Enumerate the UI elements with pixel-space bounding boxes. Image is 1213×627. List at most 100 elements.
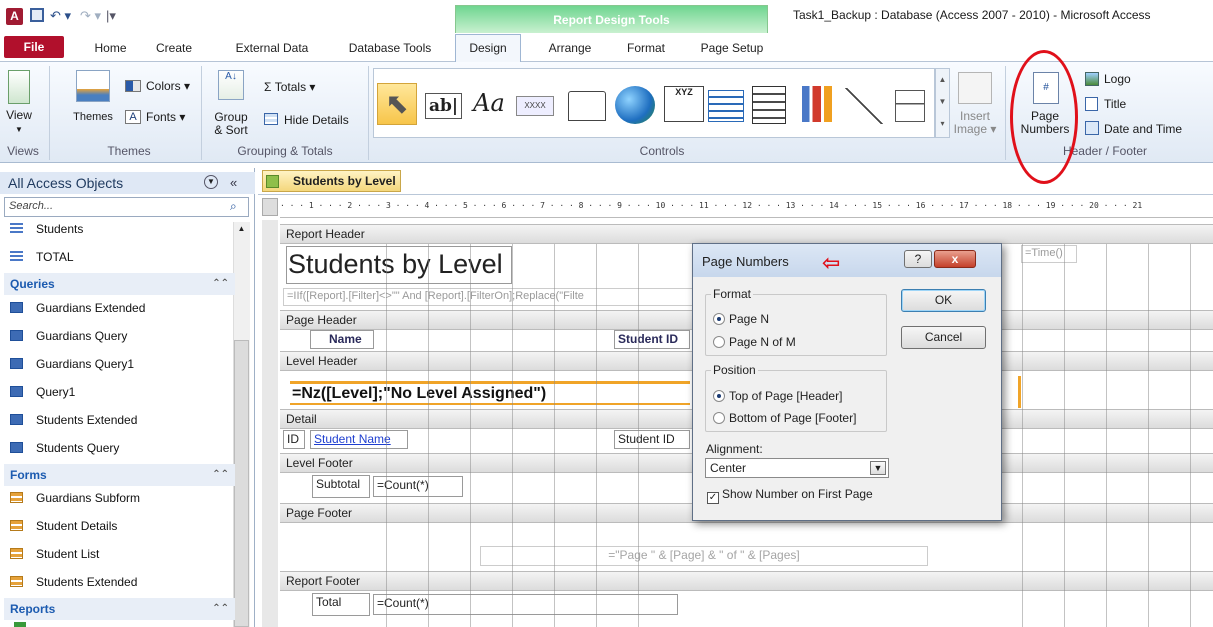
collapse-pane-icon[interactable]: «	[230, 175, 237, 190]
cancel-button[interactable]: Cancel	[901, 326, 986, 349]
nav-category-queries[interactable]: Queries ⌃⌃	[4, 273, 235, 295]
title-icon	[1085, 97, 1098, 111]
option-group-control-icon[interactable]	[752, 86, 786, 124]
access-app-icon[interactable]: A	[6, 8, 23, 25]
tab-file[interactable]: File	[4, 36, 64, 58]
hyperlink-control-icon[interactable]	[615, 86, 655, 124]
nav-search-input[interactable]: Search...	[4, 197, 249, 217]
nav-item-guardians-query[interactable]: Guardians Query	[10, 322, 235, 350]
radio-page-n[interactable]: Page N	[713, 312, 769, 326]
gallery-scroll[interactable]: ▲ ▼ ▾	[935, 68, 950, 138]
tab-create[interactable]: Create	[148, 39, 200, 61]
tab-control-icon[interactable]	[568, 91, 606, 121]
detail-student-id-field[interactable]: Student ID	[614, 430, 690, 449]
total-count-field[interactable]: =Count(*)	[373, 594, 678, 615]
alignment-select[interactable]: Center	[705, 458, 889, 478]
radio-top-of-page[interactable]: Top of Page [Header]	[713, 389, 842, 403]
ok-button[interactable]: OK	[901, 289, 986, 312]
view-icon[interactable]	[8, 70, 30, 104]
label-control-icon[interactable]: Aa	[470, 89, 508, 119]
selection-handle[interactable]	[1015, 376, 1021, 408]
line-control-icon[interactable]	[845, 88, 883, 124]
tab-format[interactable]: Format	[618, 39, 674, 61]
nav-category-forms[interactable]: Forms ⌃⌃	[4, 464, 235, 486]
radio-bottom-of-page[interactable]: Bottom of Page [Footer]	[713, 411, 856, 425]
tab-external-data[interactable]: External Data	[226, 39, 318, 61]
web-browser-control-icon[interactable]: XYZ	[664, 86, 704, 122]
section-report-footer[interactable]: Report Footer	[280, 571, 1213, 591]
level-expression-field[interactable]: =Nz([Level];"No Level Assigned")	[290, 381, 690, 405]
chevron-down-icon[interactable]: ▼	[870, 461, 886, 475]
fonts-icon: A	[125, 110, 141, 124]
navigation-control-icon[interactable]	[708, 90, 744, 122]
title-button[interactable]: Title	[1104, 98, 1126, 111]
section-report-header[interactable]: Report Header	[280, 224, 1213, 244]
scroll-up-arrow[interactable]: ▲	[235, 224, 248, 236]
checkbox-label: Show Number on First Page	[722, 487, 873, 501]
nav-item-student-details[interactable]: Student Details	[10, 512, 235, 540]
nav-item-student-list[interactable]: Student List	[10, 540, 235, 568]
logo-button[interactable]: Logo	[1104, 73, 1131, 86]
page-break-control-icon[interactable]	[895, 90, 925, 122]
nav-item-guardians-query1[interactable]: Guardians Query1	[10, 350, 235, 378]
time-field[interactable]: =Time()	[1021, 245, 1077, 263]
page-number-expression-field[interactable]: ="Page " & [Page] & " of " & [Pages]	[480, 546, 928, 566]
totals-button[interactable]: Σ Totals ▾	[264, 81, 315, 94]
subtotal-label[interactable]: Subtotal	[312, 475, 370, 498]
save-icon[interactable]	[30, 8, 44, 22]
nav-item-query1[interactable]: Query1	[10, 378, 235, 406]
undo-icon[interactable]: ↶ ▾	[50, 8, 71, 24]
insert-image-button-line2[interactable]: Image ▾	[951, 123, 999, 136]
detail-student-name-field[interactable]: Student Name	[310, 430, 408, 449]
nav-item-label: Students Extended	[36, 413, 138, 427]
button-control-icon[interactable]: XXXX	[516, 96, 554, 116]
nav-category-reports[interactable]: Reports ⌃⌃	[4, 598, 235, 620]
chart-control-icon[interactable]	[798, 86, 836, 122]
nav-item-students-query[interactable]: Students Query	[10, 434, 235, 462]
date-time-button[interactable]: Date and Time	[1104, 123, 1182, 136]
redo-icon[interactable]: ↷ ▾	[80, 8, 101, 24]
text-box-control-icon[interactable]: ab|	[425, 93, 462, 119]
colors-button[interactable]: Colors ▾	[146, 80, 190, 93]
tab-page-setup[interactable]: Page Setup	[695, 39, 769, 61]
student-id-column-label[interactable]: Student ID	[614, 330, 690, 349]
nav-item-students-extended-query[interactable]: Students Extended	[10, 406, 235, 434]
category-label: Queries	[10, 277, 55, 291]
tab-design[interactable]: Design	[455, 34, 521, 63]
group-sort-button-line2[interactable]: & Sort	[212, 124, 250, 137]
view-dropdown-arrow[interactable]: ▼	[2, 123, 36, 136]
subtotal-count-field[interactable]: =Count(*)	[373, 476, 463, 497]
themes-icon[interactable]	[76, 70, 110, 102]
group-sort-icon[interactable]: A↓	[218, 70, 244, 100]
themes-button[interactable]: Themes	[72, 111, 114, 124]
close-button[interactable]: x	[934, 250, 976, 268]
document-tab[interactable]: Students by Level	[262, 170, 401, 192]
report-title-label[interactable]: Students by Level	[286, 246, 512, 284]
nav-filter-icon[interactable]: ▼	[204, 175, 218, 189]
scroll-thumb[interactable]	[234, 340, 249, 627]
nav-item-total[interactable]: TOTAL	[10, 243, 235, 271]
total-label[interactable]: Total	[312, 593, 370, 616]
tab-arrange[interactable]: Arrange	[540, 39, 600, 61]
show-first-page-checkbox[interactable]: ✓ Show Number on First Page	[707, 487, 873, 504]
radio-page-n-of-m[interactable]: Page N of M	[713, 335, 796, 349]
customize-icon[interactable]: |▾	[106, 8, 116, 24]
insert-image-icon[interactable]	[958, 72, 992, 104]
nav-item-students[interactable]: Students	[10, 216, 235, 244]
fonts-button[interactable]: Fonts ▾	[146, 111, 185, 124]
filter-expression-field[interactable]: =IIf([Report].[Filter]<>"" And [Report].…	[283, 288, 695, 306]
nav-item-students-extended-form[interactable]: Students Extended	[10, 568, 235, 596]
nav-item-guardians-extended[interactable]: Guardians Extended	[10, 294, 235, 322]
help-button[interactable]: ?	[904, 250, 932, 268]
name-column-label[interactable]: Name	[310, 330, 374, 349]
tab-database-tools[interactable]: Database Tools	[340, 39, 440, 61]
nav-item-guardians-subform[interactable]: Guardians Subform	[10, 484, 235, 512]
tab-home[interactable]: Home	[88, 39, 133, 61]
select-pointer-icon[interactable]: ⬉	[377, 83, 417, 125]
ruler-corner[interactable]	[262, 198, 278, 216]
detail-id-field[interactable]: ID	[283, 430, 305, 449]
hide-details-button[interactable]: Hide Details	[284, 114, 349, 127]
checkbox-icon: ✓	[707, 492, 719, 504]
view-button[interactable]: View	[2, 109, 36, 122]
search-icon[interactable]: ⌕	[230, 199, 237, 214]
